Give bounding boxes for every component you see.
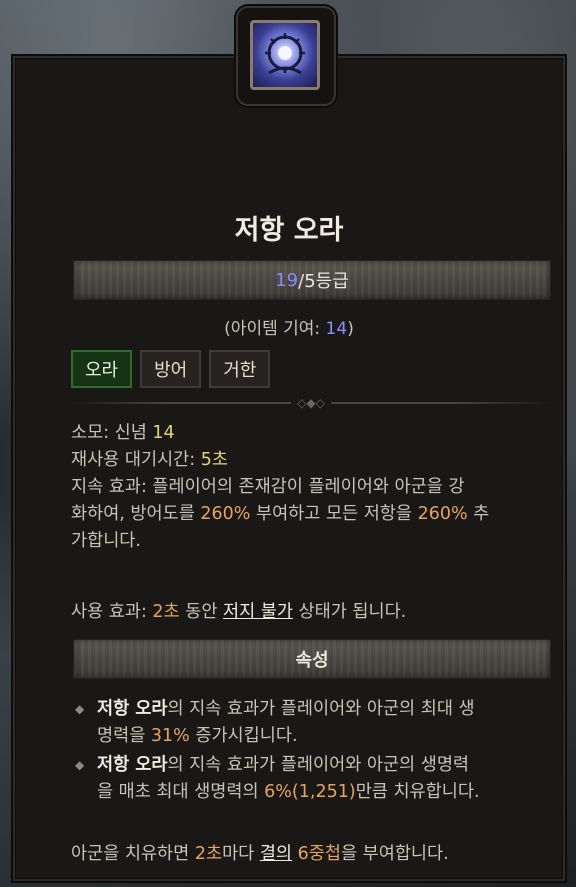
passive-line-2: 화하여, 방어도를 260% 부여하고 모든 저항을 260% 추 [71,501,557,528]
resolve-keyword[interactable]: 결의 [260,844,292,864]
cooldown-value: 5초 [200,450,228,470]
footer-text: 아군을 치유하면 [71,844,195,864]
passive-text-a: 화하여, 방어도를 [71,504,201,524]
aura-glyph-icon [265,33,305,75]
attribute-text: 증가시킵니다. [189,726,298,746]
attribute-skill-name: 저항 오라 [97,755,168,775]
rank-suffix: /5등급 [298,271,349,292]
attribute-item: ◆ 저항 오라의 지속 효과가 플레이어와 아군의 생명력 을 매초 최대 생명… [71,752,557,806]
rank-bar: 19/5등급 [73,260,551,300]
footer-text: 마다 [222,844,260,864]
attributes-header: 속성 [73,639,551,679]
bullet-diamond-icon: ◆ [75,702,85,716]
passive-line-1: 지속 효과: 플레이어의 존재감이 플레이어와 아군을 강 [71,477,465,497]
divider-ornament-icon: ◇◆◇ [291,396,331,410]
resistance-aura-icon [250,20,320,90]
passive-text-c: 추 [467,504,490,524]
use-effect-line: 사용 효과: 2초 동안 저지 불가 상태가 됩니다. [71,598,406,623]
attribute-text: 의 지속 효과가 플레이어와 아군의 생명력 [167,755,470,775]
tag-defense[interactable]: 방어 [140,350,202,388]
contribution-value: 14 [325,319,348,339]
cost-value: 14 [152,423,175,443]
section-divider: ◇◆◇ [71,396,551,410]
skill-title: 저항 오라 [234,215,344,246]
footer-effect: 아군을 치유하면 2초마다 결의 6중첩을 부여합니다. [71,840,449,865]
contribution-prefix: (아이템 기여: [224,319,326,339]
cost-label: 소모: 신념 [71,423,153,443]
use-label: 사용 효과: [71,602,153,622]
skill-details: 소모: 신념 14 재사용 대기시간: 5초 지속 효과: 플레이어의 존재감이… [71,420,557,555]
attribute-list: ◆ 저항 오라의 지속 효과가 플레이어와 아군의 최대 생 명력을 31% 증… [71,696,557,808]
cooldown-label: 재사용 대기시간: [71,450,201,470]
passive-line-3: 가합니다. [71,531,141,551]
tag-juggernaut[interactable]: 거한 [209,350,271,388]
use-end: 상태가 됩니다. [292,602,407,622]
attribute-text: 의 지속 효과가 플레이어와 아군의 최대 생 [167,699,475,719]
tag-aura[interactable]: 오라 [71,350,133,388]
rank-current: 19 [275,269,299,291]
attribute-text: 만큼 치유합니다. [355,782,480,802]
cooldown-line: 재사용 대기시간: 5초 [71,447,557,474]
use-mid: 동안 [179,602,223,622]
armor-percent: 260% [200,504,251,524]
life-percent: 31% [150,726,190,746]
bullet-diamond-icon: ◆ [75,758,85,772]
resist-percent: 260% [417,504,468,524]
footer-stacks: 6중첩 [297,844,341,864]
cost-line: 소모: 신념 14 [71,420,557,447]
footer-interval: 2초 [194,844,223,864]
attribute-skill-name: 저항 오라 [97,699,168,719]
skill-tags: 오라 방어 거한 [71,350,271,388]
footer-text: 을 부여합니다. [340,844,449,864]
attribute-item: ◆ 저항 오라의 지속 효과가 플레이어와 아군의 최대 생 명력을 31% 증… [71,696,557,750]
item-contribution: (아이템 기여: 14) [23,314,555,339]
unstoppable-keyword[interactable]: 저지 불가 [223,602,293,622]
skill-tooltip: 저항 오라 19/5등급 (아이템 기여: 14) 오라 방어 거한 ◇◆◇ 소… [11,54,567,883]
passive-text-b: 부여하고 모든 저항을 [250,504,418,524]
use-duration: 2초 [152,602,180,622]
contribution-suffix: ) [347,319,354,339]
attribute-text: 명력을 [97,726,151,746]
attribute-text: 을 매초 최대 생명력의 [97,782,265,802]
heal-percent: 6%(1,251) [264,782,356,802]
skill-icon-frame [238,8,334,104]
